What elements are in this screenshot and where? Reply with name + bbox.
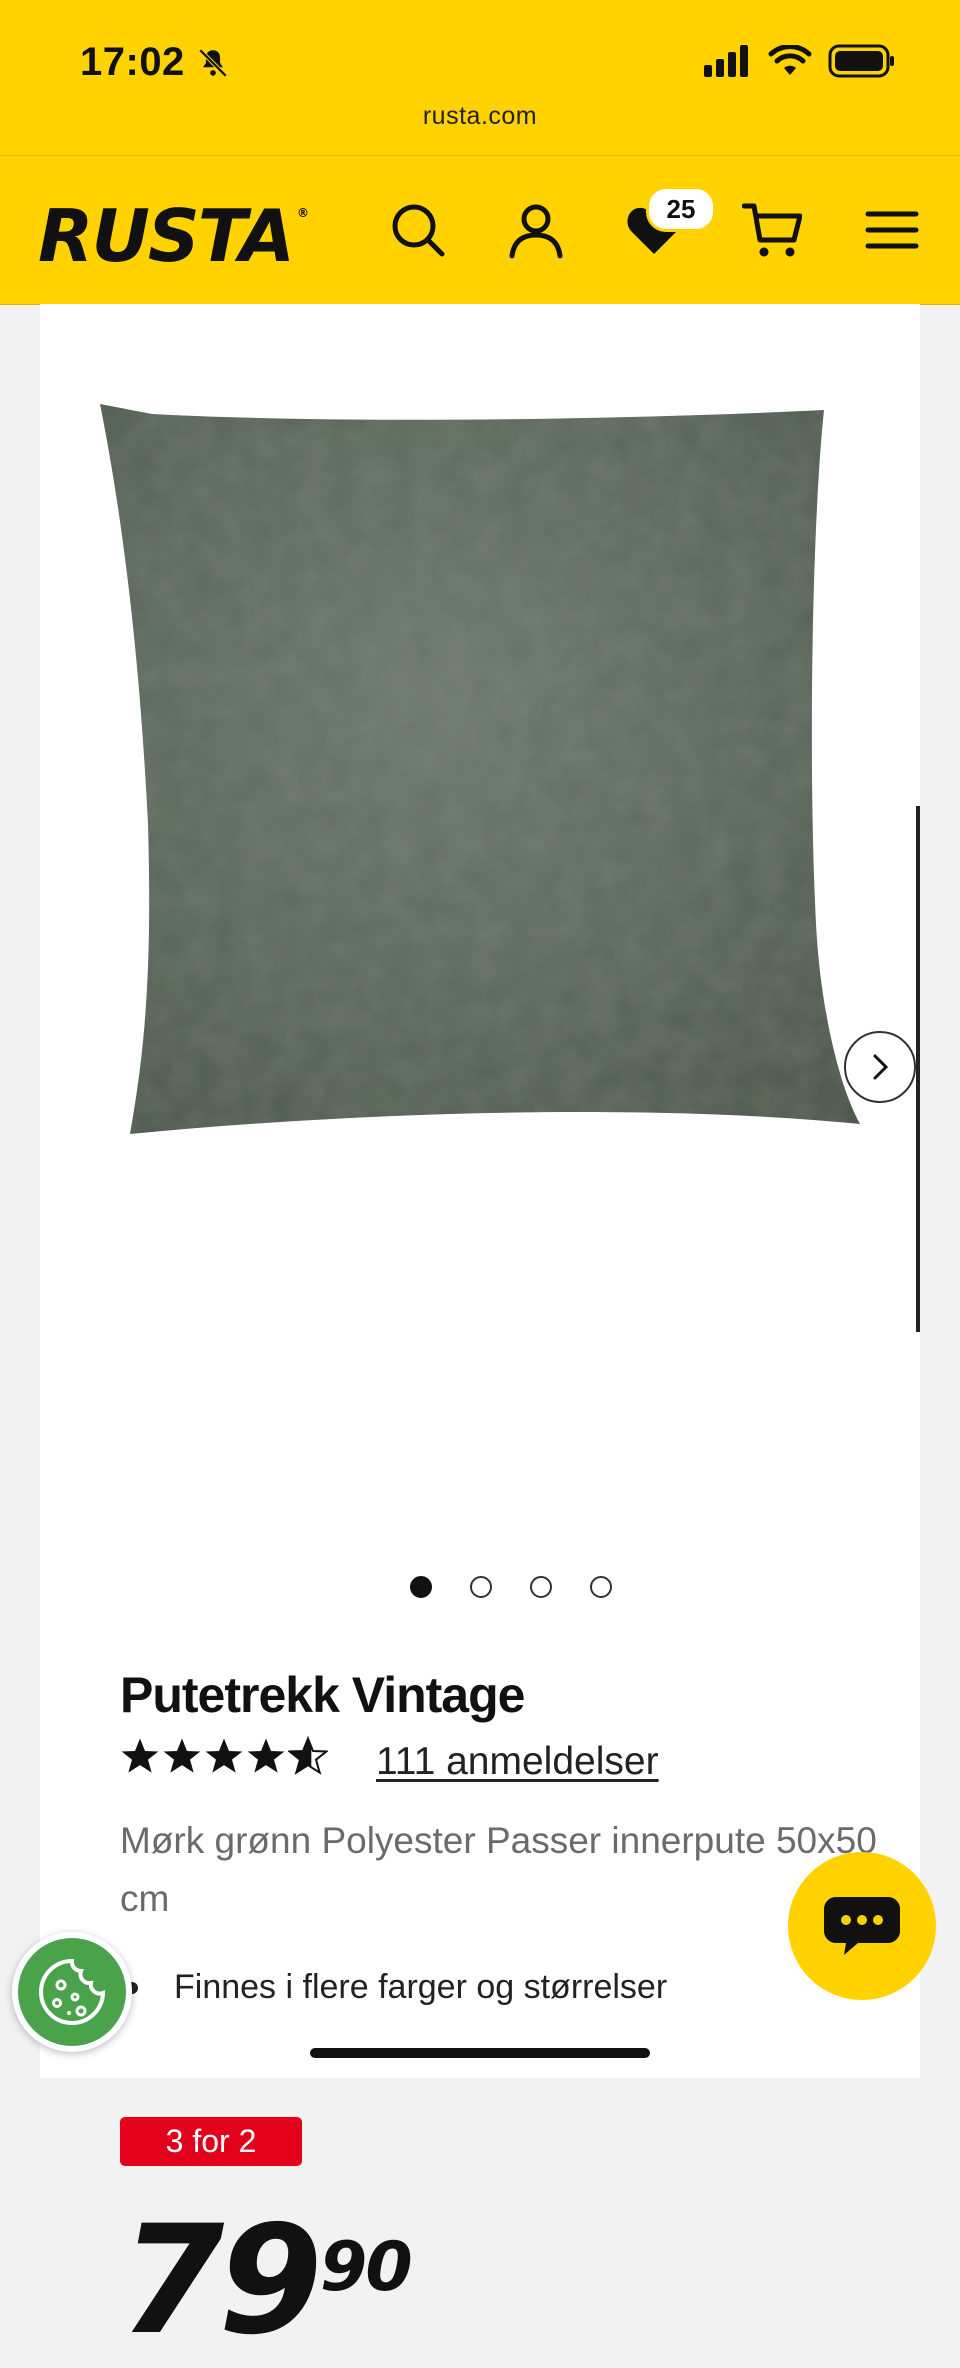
status-icons — [704, 44, 896, 83]
status-bar: 17:02 rusta.com — [0, 0, 960, 155]
cookie-icon — [39, 1958, 106, 2025]
feature-text: Finnes i flere farger og størrelser — [174, 1968, 668, 2006]
chevron-right-icon — [873, 1054, 889, 1080]
gallery-pagination — [410, 1576, 612, 1598]
bell-muted-icon — [196, 46, 230, 85]
rusta-logo[interactable]: RUSTA ® — [38, 194, 309, 278]
chat-button[interactable] — [788, 1852, 936, 2000]
menu-icon[interactable] — [862, 200, 922, 260]
star-full-icon — [205, 1738, 243, 1773]
status-time: 17:02 — [80, 40, 185, 84]
home-indicator[interactable] — [310, 2048, 650, 2058]
promo-badge: 3 for 2 — [120, 2117, 302, 2166]
product-card: Putetrekk Vintage 111 anmeldelser Mørk g… — [40, 304, 920, 2356]
browser-url[interactable]: rusta.com — [0, 102, 960, 131]
battery-icon — [828, 44, 896, 83]
gallery-dot-4[interactable] — [590, 1576, 612, 1598]
product-feature-bullet: Finnes i flere farger og størrelser — [120, 1968, 667, 2007]
account-icon[interactable] — [506, 200, 566, 260]
wishlist-count-badge: 25 — [646, 186, 716, 232]
star-half-icon — [288, 1736, 328, 1775]
gallery-edge-divider — [916, 806, 920, 1332]
price-decimals: 90 — [320, 2228, 413, 2307]
site-header: RUSTA ® 25 — [0, 155, 960, 305]
product-title: Putetrekk Vintage — [120, 1667, 525, 1723]
search-icon[interactable] — [388, 200, 448, 260]
star-full-icon — [163, 1738, 201, 1773]
gallery-next-button[interactable] — [844, 1031, 916, 1103]
rating-stars[interactable] — [120, 1736, 328, 1776]
star-full-icon — [247, 1738, 285, 1773]
cookie-settings-button[interactable] — [12, 1932, 132, 2052]
product-image[interactable] — [100, 404, 860, 1134]
cart-icon[interactable] — [741, 200, 803, 260]
cellular-signal-icon — [704, 45, 752, 82]
wifi-icon — [768, 44, 812, 82]
gallery-dot-1[interactable] — [410, 1576, 432, 1598]
chat-bubble-icon — [824, 1897, 900, 1955]
price-main: 79 — [120, 2194, 323, 2368]
gallery-dot-2[interactable] — [470, 1576, 492, 1598]
star-full-icon — [121, 1738, 159, 1773]
gallery-dot-3[interactable] — [530, 1576, 552, 1598]
reviews-link[interactable]: 111 anmeldelser — [376, 1740, 659, 1784]
